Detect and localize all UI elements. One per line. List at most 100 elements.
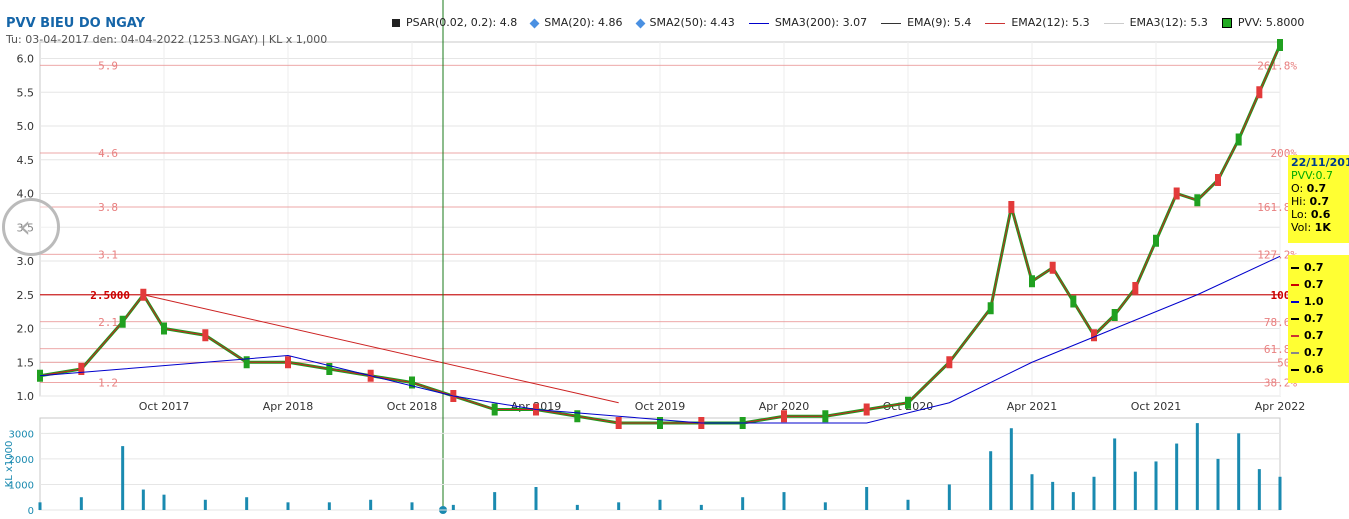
indicator-value-label: 1.0 bbox=[1304, 295, 1324, 308]
indicator-values-panel: 0.7 0.7 1.0 0.7 0.7 0.7 0.6 bbox=[1288, 255, 1349, 383]
legend-label: EMA2(12): 5.3 bbox=[1011, 16, 1090, 29]
volume-bar bbox=[1278, 476, 1282, 510]
y-tick-label: 5.5 bbox=[17, 86, 35, 99]
x-tick-label: Oct 2017 bbox=[139, 400, 190, 413]
legend-marker-icon bbox=[529, 18, 540, 28]
volume-bar bbox=[286, 502, 290, 510]
price-candle bbox=[781, 410, 787, 423]
price-candle bbox=[1008, 201, 1015, 213]
volume-bar bbox=[1071, 492, 1075, 510]
price-candle bbox=[574, 410, 581, 423]
indicator-value-label: 0.6 bbox=[1304, 363, 1324, 376]
indicator-swatch bbox=[1291, 351, 1299, 354]
indicator-value: 0.7 bbox=[1291, 278, 1324, 291]
tooltip-volume: Vol: 1K bbox=[1291, 221, 1331, 234]
previous-button[interactable]: ‹ bbox=[2, 198, 60, 256]
volume-bar bbox=[1216, 458, 1220, 510]
price-candle bbox=[1153, 234, 1159, 247]
y-tick-label: 6.0 bbox=[17, 53, 35, 66]
fib-left-label: 4.6 bbox=[98, 147, 118, 160]
price-candle bbox=[1049, 261, 1056, 274]
legend-marker-icon bbox=[1221, 18, 1232, 28]
indicator-swatch bbox=[1291, 317, 1299, 320]
chart-stage: 1.0 1.5 2.0 2.5 3.0 3.5 4.0 4.5 5.0 5.5 6.0 Oct 201… bbox=[0, 0, 1349, 517]
legend-item[interactable]: EMA(9): 5.4 bbox=[881, 16, 971, 29]
indicator-swatch bbox=[1291, 300, 1299, 303]
legend-item[interactable]: PSAR(0.02, 0.2): 4.8 bbox=[392, 16, 517, 29]
legend-label: SMA3(200): 3.07 bbox=[774, 16, 868, 29]
indicator-value-label: 0.7 bbox=[1304, 261, 1324, 274]
legend-item[interactable]: PVV: 5.8000 bbox=[1221, 16, 1305, 29]
fib-right-label: 261.8% bbox=[1257, 59, 1297, 72]
volume-bar bbox=[203, 499, 207, 510]
indicator-swatch bbox=[1291, 266, 1299, 269]
indicator-value-label: 0.7 bbox=[1304, 312, 1324, 325]
x-tick-label: Oct 2021 bbox=[1131, 400, 1182, 413]
volume-bar bbox=[451, 504, 455, 510]
indicator-value: 0.7 bbox=[1291, 261, 1324, 274]
indicator-swatch bbox=[1291, 283, 1299, 286]
volume-bar bbox=[782, 492, 786, 510]
legend-item[interactable]: SMA(20): 4.86 bbox=[529, 16, 623, 29]
price-candle bbox=[140, 288, 147, 301]
volume-bar bbox=[1154, 461, 1158, 510]
y-tick-label: 5.0 bbox=[17, 120, 35, 133]
volume-bar bbox=[245, 497, 249, 510]
tooltip-low: Lo: 0.6 bbox=[1291, 208, 1331, 221]
volume-bar bbox=[410, 502, 414, 510]
y-tick-label: 1.0 bbox=[17, 390, 35, 403]
fib-left-label: 5.9 bbox=[98, 59, 118, 72]
volume-bar bbox=[1092, 476, 1096, 510]
volume-bar bbox=[534, 487, 538, 510]
price-candle bbox=[863, 403, 870, 416]
y-tick-label: 2.5 bbox=[17, 289, 35, 302]
volume-bar bbox=[1195, 423, 1199, 510]
fib-left-label: 2.1 bbox=[98, 316, 118, 329]
price-candle bbox=[1173, 187, 1180, 200]
legend-marker-icon bbox=[392, 19, 400, 27]
volume-bar bbox=[989, 451, 993, 510]
legend-label: EMA(9): 5.4 bbox=[907, 16, 972, 29]
price-chart: 1.01.52.02.53.03.54.04.55.05.56.0Oct 201… bbox=[4, 0, 1305, 517]
fib-left-label: 3.8 bbox=[98, 201, 118, 214]
legend-item[interactable]: SMA3(200): 3.07 bbox=[748, 16, 868, 29]
tooltip-pvv: PVV:0.7 bbox=[1291, 169, 1333, 182]
volume-bar bbox=[1051, 481, 1055, 510]
legend-marker-icon bbox=[1103, 22, 1124, 24]
x-tick-label: Oct 2018 bbox=[387, 400, 438, 413]
chart-title: PVV BIEU DO NGAY bbox=[6, 16, 146, 31]
fib-left-label: 2.5000 bbox=[90, 289, 130, 302]
tooltip-date: 22/11/2018 bbox=[1291, 156, 1349, 169]
volume-bar bbox=[1113, 438, 1117, 510]
volume-bar bbox=[658, 499, 662, 510]
price-candle bbox=[161, 322, 167, 335]
volume-bar bbox=[369, 499, 373, 510]
price-candle bbox=[243, 356, 250, 369]
price-candle bbox=[1111, 309, 1118, 321]
price-candle bbox=[1194, 194, 1201, 207]
volume-bar bbox=[121, 446, 125, 510]
legend-item[interactable]: EMA3(12): 5.3 bbox=[1103, 16, 1208, 29]
legend-marker-icon bbox=[985, 22, 1006, 24]
data-tooltip: 22/11/2018 PVV:0.7 O: 0.7 Hi: 0.7 Lo: 0.… bbox=[1288, 155, 1349, 243]
price-candle bbox=[987, 302, 994, 315]
price-candle bbox=[78, 363, 85, 375]
legend-item[interactable]: EMA2(12): 5.3 bbox=[985, 16, 1090, 29]
legend-marker-icon bbox=[635, 18, 645, 28]
volume-bar bbox=[1237, 433, 1241, 510]
volume-bar bbox=[617, 502, 621, 510]
volume-bar bbox=[1257, 469, 1261, 510]
price-candle bbox=[657, 417, 663, 429]
volume-bar bbox=[1175, 443, 1179, 510]
legend-label: SMA(20): 4.86 bbox=[544, 16, 623, 29]
legend-label: SMA2(50): 4.43 bbox=[649, 16, 735, 29]
legend-item[interactable]: SMA2(50): 4.43 bbox=[635, 16, 735, 29]
volume-bar bbox=[79, 497, 83, 510]
volume-axis-label: KL x1000 bbox=[4, 441, 15, 488]
volume-tick-label: 3000 bbox=[9, 429, 34, 440]
volume-bar bbox=[327, 502, 331, 510]
volume-bar bbox=[741, 497, 745, 510]
legend-label: PVV: 5.8000 bbox=[1237, 16, 1305, 29]
volume-bar bbox=[699, 504, 703, 510]
volume-bar bbox=[38, 502, 42, 510]
